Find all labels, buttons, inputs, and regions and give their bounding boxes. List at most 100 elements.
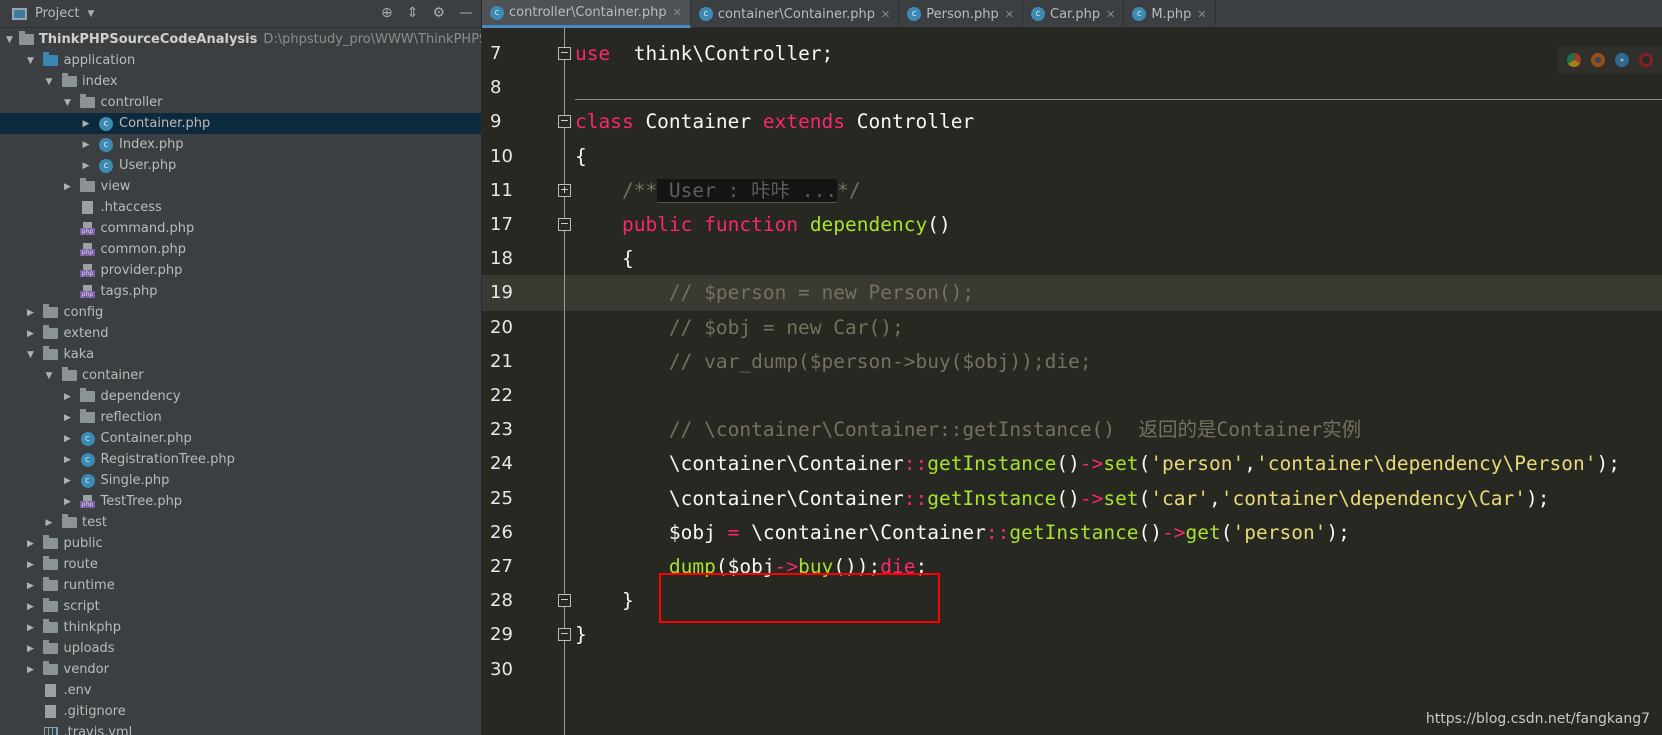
chevron-right-icon[interactable]: ▶ [80, 161, 92, 171]
code-line[interactable]: 20 // $obj = new Car(); [482, 310, 1662, 346]
tree-item[interactable]: ▼ controller [0, 92, 481, 113]
code-line[interactable]: 19 // $person = new Person(); [482, 275, 1662, 312]
tree-item[interactable]: command.php [0, 218, 481, 239]
tree-item[interactable]: ▶ reflection [0, 407, 481, 428]
tab-car-php[interactable]: c Car.php ✕ [1023, 0, 1125, 28]
tree-item[interactable]: ▶ extend [0, 323, 481, 344]
chevron-right-icon[interactable]: ▶ [25, 623, 37, 633]
tree-item[interactable]: .htaccess [0, 197, 481, 218]
tree-item[interactable]: ▶ c Container.php [0, 113, 481, 134]
locate-icon[interactable]: ⊕ [381, 5, 393, 21]
collapse-fold-icon[interactable]: − [558, 47, 571, 60]
tree-item[interactable]: ▶ test [0, 512, 481, 533]
code-line[interactable]: 8 [482, 70, 1662, 106]
code-line[interactable]: 23 // \container\Container::getInstance(… [482, 412, 1662, 448]
chevron-right-icon[interactable]: ▶ [25, 665, 37, 675]
close-icon[interactable]: ✕ [1005, 8, 1014, 21]
code-line[interactable]: 21 // var_dump($person->buy($obj));die; [482, 344, 1662, 380]
tree-item[interactable]: ▶ runtime [0, 575, 481, 596]
safari-icon[interactable] [1615, 53, 1629, 67]
chevron-right-icon[interactable]: ▶ [62, 413, 74, 423]
tree-item[interactable]: ▶ config [0, 302, 481, 323]
collapse-fold-icon[interactable]: − [558, 628, 571, 642]
chevron-right-icon[interactable]: ▶ [62, 455, 74, 465]
tree-item[interactable]: .travis.yml [0, 722, 481, 735]
chevron-down-icon[interactable]: ▼ [25, 56, 37, 66]
tree-item[interactable]: provider.php [0, 260, 481, 281]
tree-item[interactable]: ▼ container [0, 365, 481, 386]
chevron-right-icon[interactable]: ▶ [80, 119, 92, 129]
chevron-right-icon[interactable]: ▶ [25, 308, 37, 318]
tree-item[interactable]: ▶ vendor [0, 659, 481, 680]
code-line[interactable]: 10 { [482, 139, 1662, 175]
tree-item[interactable]: ▶ c User.php [0, 155, 481, 176]
code-line[interactable]: 30 [482, 652, 1662, 688]
tree-item[interactable]: .gitignore [0, 701, 481, 722]
chevron-right-icon[interactable]: ▶ [25, 581, 37, 591]
chevron-right-icon[interactable]: ▶ [62, 182, 74, 192]
chevron-down-icon[interactable]: ▼ [87, 9, 94, 19]
chevron-right-icon[interactable]: ▶ [62, 497, 74, 507]
chevron-down-icon[interactable]: ▼ [43, 77, 55, 87]
code-line[interactable]: 24 \container\Container::getInstance()->… [482, 446, 1662, 482]
chevron-right-icon[interactable]: ▶ [80, 140, 92, 150]
opera-icon[interactable] [1639, 53, 1653, 67]
tree-item[interactable]: ▶ dependency [0, 386, 481, 407]
tree-item[interactable]: ▶ c Container.php [0, 428, 481, 449]
code-editor[interactable]: 7 use think\Controller; 8 9 class Container … [482, 28, 1662, 735]
tree-item[interactable]: ▶ c RegistrationTree.php [0, 449, 481, 470]
tree-item[interactable]: common.php [0, 239, 481, 260]
minimize-icon[interactable]: — [459, 5, 473, 21]
code-line[interactable]: 25 \container\Container::getInstance()->… [482, 481, 1662, 517]
tab-m-php[interactable]: c M.php ✕ [1124, 0, 1216, 28]
tree-item[interactable]: ▼ kaka [0, 344, 481, 365]
tree-item[interactable]: ▶ route [0, 554, 481, 575]
chrome-icon[interactable] [1567, 53, 1581, 67]
chevron-right-icon[interactable]: ▶ [43, 518, 55, 528]
chevron-down-icon[interactable]: ▼ [25, 350, 37, 360]
chevron-right-icon[interactable]: ▶ [62, 434, 74, 444]
firefox-icon[interactable] [1591, 53, 1605, 67]
chevron-right-icon[interactable]: ▶ [62, 392, 74, 402]
chevron-right-icon[interactable]: ▶ [25, 602, 37, 612]
collapse-fold-icon[interactable]: − [558, 594, 571, 608]
collapse-fold-icon[interactable]: − [558, 115, 571, 129]
close-icon[interactable]: ✕ [881, 8, 890, 21]
chevron-right-icon[interactable]: ▶ [25, 539, 37, 549]
tree-item[interactable]: ▼ ThinkPHPSourceCodeAnalysis D:\phpstudy_p… [0, 29, 481, 50]
chevron-down-icon[interactable]: ▼ [6, 35, 13, 45]
gear-icon[interactable]: ⚙ [432, 5, 445, 21]
tree-item[interactable]: ▶ script [0, 596, 481, 617]
chevron-right-icon[interactable]: ▶ [25, 644, 37, 654]
code-line[interactable]: 9 class Container extends Controller [482, 104, 1662, 140]
collapse-fold-icon[interactable]: − [558, 218, 571, 231]
tab-container-container-php[interactable]: c container\Container.php ✕ [691, 0, 900, 28]
code-line[interactable]: 26 $obj = \container\Container::getInsta… [482, 515, 1662, 551]
code-line[interactable]: 7 use think\Controller; [482, 36, 1662, 72]
tree-item[interactable]: ▶ uploads [0, 638, 481, 659]
chevron-down-icon[interactable]: ▼ [43, 371, 55, 381]
chevron-right-icon[interactable]: ▶ [62, 476, 74, 486]
tree-item[interactable]: ▶ c Single.php [0, 470, 481, 491]
tree-item[interactable]: ▶ public [0, 533, 481, 554]
chevron-right-icon[interactable]: ▶ [25, 560, 37, 570]
code-line[interactable]: 11 /** User : 咔咔 ...*/ [482, 173, 1662, 209]
tree-item[interactable]: ▼ application [0, 50, 481, 71]
tab-person-php[interactable]: c Person.php ✕ [899, 0, 1024, 28]
chevron-down-icon[interactable]: ▼ [62, 98, 74, 108]
tree-item[interactable]: tags.php [0, 281, 481, 302]
close-icon[interactable]: ✕ [1197, 8, 1206, 21]
folded-comment[interactable]: User : 咔咔 ... [657, 178, 838, 203]
expand-fold-icon[interactable]: + [558, 183, 571, 197]
code-line[interactable]: 17 public function dependency() [482, 207, 1662, 243]
tree-item[interactable]: ▶ c Index.php [0, 134, 481, 155]
code-line[interactable]: 22 [482, 378, 1662, 414]
tree-item[interactable]: .env [0, 680, 481, 701]
tree-item[interactable]: ▶ TestTree.php [0, 491, 481, 512]
tree-item[interactable]: ▶ view [0, 176, 481, 197]
chevron-right-icon[interactable]: ▶ [25, 329, 37, 339]
close-icon[interactable]: ✕ [1106, 8, 1115, 21]
close-icon[interactable]: ✕ [673, 6, 682, 19]
tree-item[interactable]: ▶ thinkphp [0, 617, 481, 638]
tab-controller-container-php[interactable]: c controller\Container.php ✕ [482, 0, 691, 28]
